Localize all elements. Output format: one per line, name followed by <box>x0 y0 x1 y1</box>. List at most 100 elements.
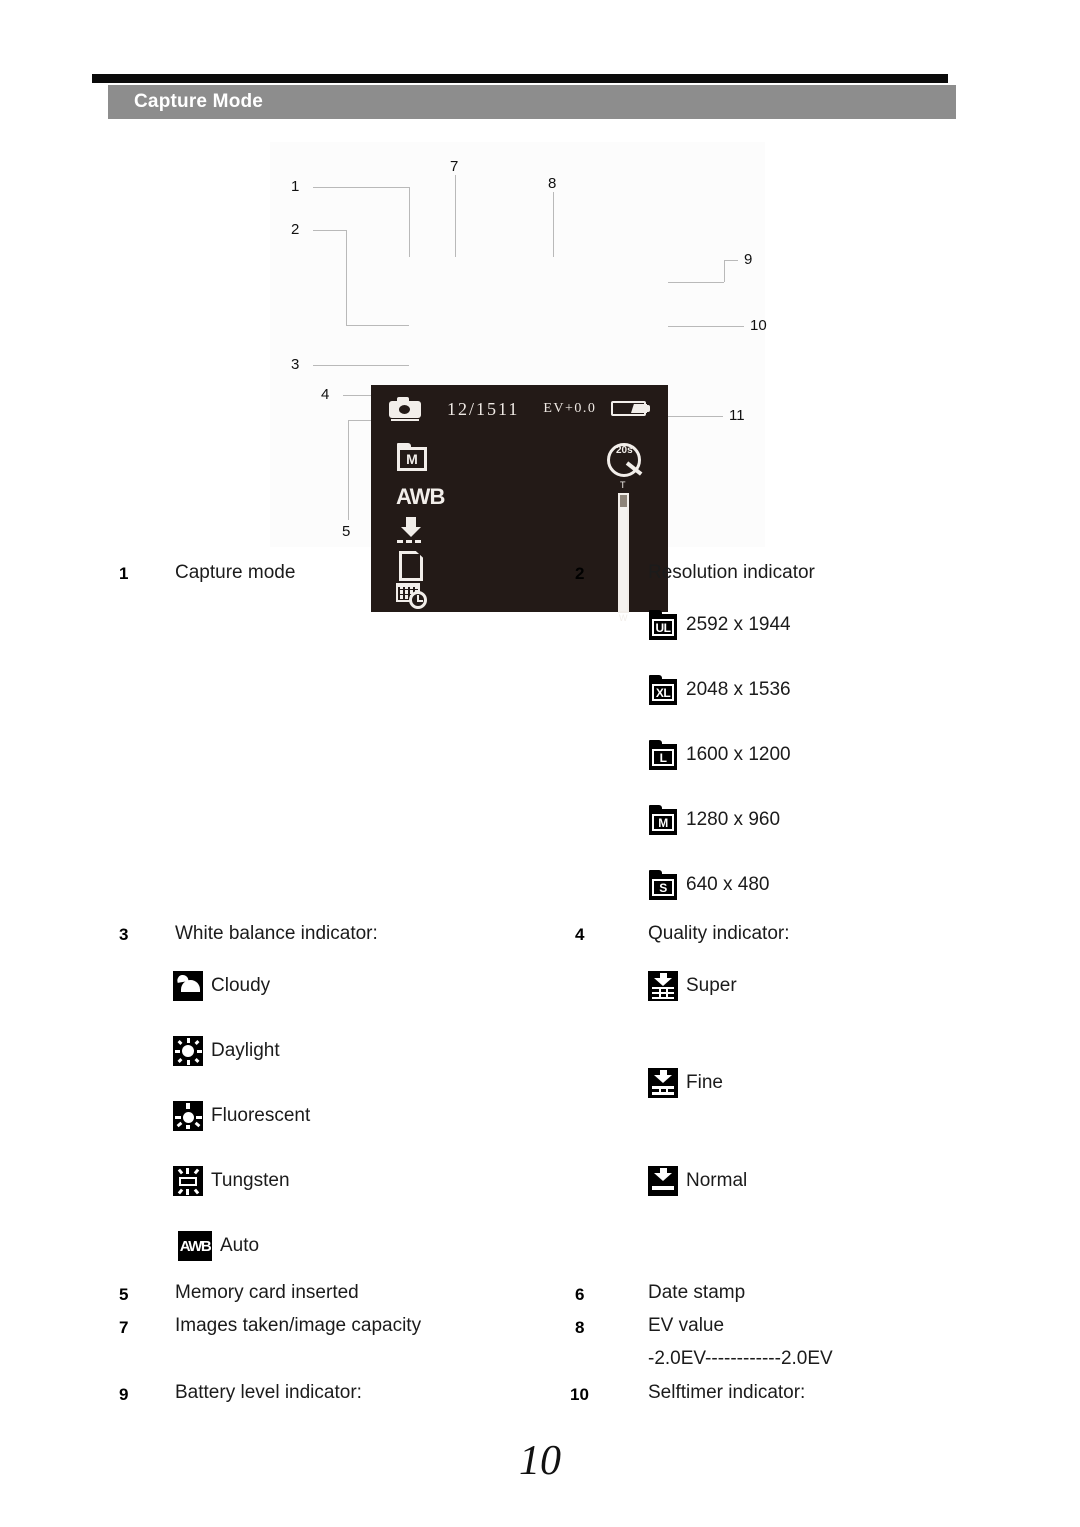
callout-number-11: 11 <box>729 407 745 424</box>
resolution-ul-icon: UL <box>648 610 678 640</box>
battery-icon <box>611 401 651 416</box>
zoom-knob[interactable] <box>620 495 627 507</box>
quality-item-normal: Normal <box>648 1166 747 1196</box>
zoom-track[interactable] <box>618 493 629 613</box>
resolution-m-text: 1280 x 960 <box>686 809 781 830</box>
wb-item-cloudy: Cloudy <box>173 971 270 1001</box>
wb-item-fluorescent: Fluorescent <box>173 1101 310 1131</box>
callout-number-1: 1 <box>291 178 300 195</box>
resolution-ul-code: UL <box>655 620 672 635</box>
resolution-xl-text: 2048 x 1536 <box>686 679 791 700</box>
callout-number-2: 2 <box>291 221 300 238</box>
quality-item-fine: Fine <box>648 1068 723 1098</box>
legend-label-ev-value: EV value <box>648 1315 725 1336</box>
callout-number-5: 5 <box>342 523 351 540</box>
selftimer-icon: 20s <box>607 443 643 477</box>
awb-text: AWB <box>396 484 445 509</box>
callout-number-4: 4 <box>321 386 330 403</box>
leader-line-10 <box>668 326 744 327</box>
legend-label-memory-card: Memory card inserted <box>175 1282 359 1303</box>
legend-number-4: 4 <box>575 925 585 944</box>
legend-number-1: 1 <box>119 564 129 583</box>
camera-lcd-diagram: 1 2 3 4 5 6 7 8 9 10 11 12/1511 EV+0.0 <box>0 130 1080 623</box>
leader-line-5-stem <box>348 420 349 520</box>
resolution-item-m: M 1280 x 960 <box>648 805 780 835</box>
ev-value: EV+0.0 <box>543 401 597 416</box>
wb-item-auto: AWB Auto <box>178 1231 259 1261</box>
header-rule <box>92 74 948 83</box>
resolution-l-code: L <box>659 750 667 765</box>
quality-normal-text: Normal <box>686 1170 748 1191</box>
legend-label-images-taken: Images taken/image capacity <box>175 1315 422 1336</box>
legend-label-resolution: Resolution indicator <box>648 562 815 583</box>
leader-line-9-top <box>724 260 738 261</box>
quality-item-super: Super <box>648 971 737 1001</box>
camera-lcd-screen: 12/1511 EV+0.0 M 20s AWB T W <box>371 385 668 623</box>
legend-label-capture-mode: Capture mode <box>175 562 296 583</box>
tungsten-icon <box>173 1166 203 1196</box>
resolution-item-l: L 1600 x 1200 <box>648 740 791 770</box>
callout-number-7: 7 <box>450 158 459 175</box>
wb-daylight-text: Daylight <box>211 1040 280 1061</box>
leader-line-7 <box>455 175 456 257</box>
quality-fine-icon <box>648 1068 678 1098</box>
legend-label-selftimer: Selftimer indicator: <box>648 1382 806 1403</box>
leader-line-2 <box>313 230 346 231</box>
quality-super-text: Super <box>686 975 737 996</box>
memory-card-icon <box>399 551 423 581</box>
awb-icon: AWB <box>178 1231 212 1261</box>
zoom-wide-label: W <box>619 613 628 623</box>
wb-item-daylight: Daylight <box>173 1036 280 1066</box>
selftimer-value: 20s <box>616 445 633 456</box>
resolution-item-xl: XL 2048 x 1536 <box>648 675 791 705</box>
ev-range-text: -2.0EV------------2.0EV <box>648 1348 833 1369</box>
leader-line-1-stem <box>409 187 410 257</box>
legend-label-quality: Quality indicator: <box>648 923 790 944</box>
resolution-xl-icon: XL <box>648 675 678 705</box>
callout-number-10: 10 <box>750 317 767 334</box>
manual-page: Capture Mode 1 2 3 4 5 6 7 8 9 10 11 <box>0 0 1080 1527</box>
quality-normal-icon <box>648 1166 678 1196</box>
legend-number-10: 10 <box>570 1385 589 1404</box>
wb-auto-text: Auto <box>220 1235 260 1256</box>
leader-line-1 <box>313 187 409 188</box>
resolution-s-code: S <box>659 880 667 895</box>
legend-number-6: 6 <box>575 1285 585 1304</box>
legend-number-5: 5 <box>119 1285 129 1304</box>
legend-label-date-stamp: Date stamp <box>648 1282 746 1303</box>
resolution-s-text: 640 x 480 <box>686 874 770 895</box>
legend-number-3: 3 <box>119 925 129 944</box>
leader-line-3 <box>313 365 409 366</box>
page-title: Capture Mode <box>134 91 264 112</box>
resolution-item-ul: UL 2592 x 1944 <box>648 610 791 640</box>
resolution-ul-text: 2592 x 1944 <box>686 614 791 635</box>
legend-label-white-balance: White balance indicator: <box>175 923 378 944</box>
wb-tungsten-text: Tungsten <box>211 1170 290 1191</box>
camera-icon <box>389 397 421 421</box>
callout-number-3: 3 <box>291 356 300 373</box>
fluorescent-icon <box>173 1101 203 1131</box>
leader-line-9-arm <box>668 282 724 283</box>
leader-line-2-stem <box>346 230 347 325</box>
leader-line-8 <box>553 192 554 257</box>
wb-item-tungsten: Tungsten <box>173 1166 290 1196</box>
white-balance-indicator-icon: AWB <box>396 484 445 509</box>
legend-number-2: 2 <box>575 564 585 583</box>
zoom-tele-label: T <box>620 480 626 490</box>
resolution-indicator-icon: M <box>397 443 427 471</box>
leader-line-2-arm <box>346 325 409 326</box>
cloudy-icon <box>173 971 203 1001</box>
date-stamp-icon <box>396 583 428 609</box>
legend-number-8: 8 <box>575 1318 585 1337</box>
resolution-xl-code: XL <box>655 685 671 700</box>
wb-fluorescent-text: Fluorescent <box>211 1105 311 1126</box>
legend-number-7: 7 <box>119 1318 129 1337</box>
daylight-icon <box>173 1036 203 1066</box>
resolution-l-icon: L <box>648 740 678 770</box>
images-taken-capacity: 12/1511 <box>447 398 520 419</box>
legend-number-9: 9 <box>119 1385 129 1404</box>
resolution-s-icon: S <box>648 870 678 900</box>
callout-number-8: 8 <box>548 175 557 192</box>
resolution-letter: M <box>406 451 418 467</box>
callout-number-9: 9 <box>744 251 753 268</box>
